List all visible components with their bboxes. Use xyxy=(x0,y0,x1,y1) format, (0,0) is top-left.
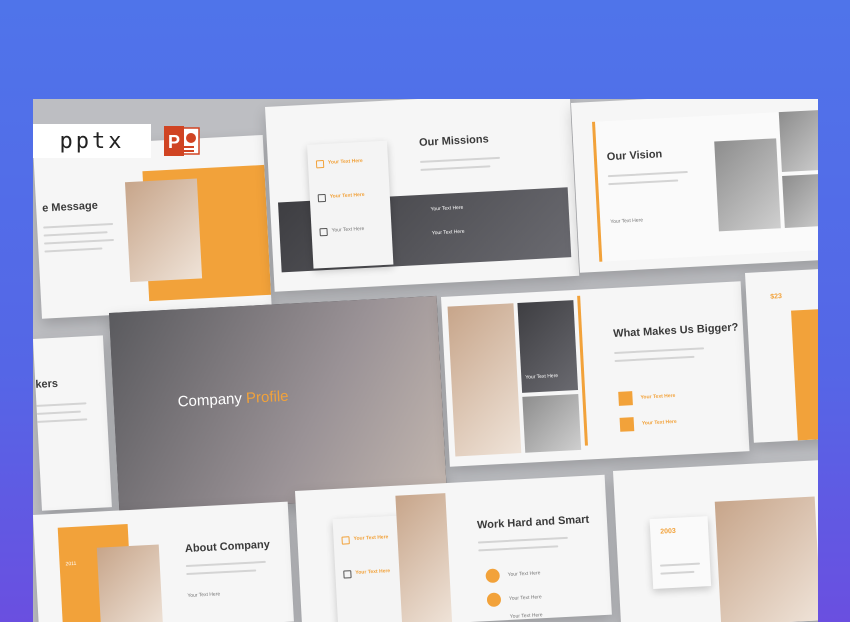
work-item: Your Text Here xyxy=(507,570,541,578)
slide-title: About Company xyxy=(184,538,271,556)
pptx-badge: pptx P xyxy=(33,124,205,158)
slide-title: kers xyxy=(35,377,59,391)
slide-title: What Makes Us Bigger? xyxy=(612,321,739,341)
year-label: 2011 xyxy=(65,560,77,568)
work-check-item: Your Text Here xyxy=(355,568,391,576)
ceo-photo xyxy=(96,544,164,622)
bigger-item: Your Text Here xyxy=(640,392,676,401)
slide-work: Your Text Here Your Text Here Work Hard … xyxy=(295,474,612,622)
woman-photo xyxy=(395,493,453,622)
businesswoman-photo xyxy=(714,496,818,622)
mission-item: Your Text Here xyxy=(327,157,363,166)
vision-label: Your Text Here xyxy=(610,217,644,226)
title-part: Company xyxy=(177,389,247,411)
speaker-photo xyxy=(124,178,203,283)
team-photo xyxy=(714,138,781,232)
work-item: Your Text Here xyxy=(509,612,543,620)
work-check-item: Your Text Here xyxy=(353,534,389,542)
work-item: Your Text Here xyxy=(508,594,542,602)
about-label: Your Text Here xyxy=(187,591,221,600)
slide-title: Our Missions xyxy=(418,133,490,149)
mission-item: Your Text Here xyxy=(331,225,365,234)
stat-value: $23 xyxy=(770,293,783,301)
workspace-photo xyxy=(447,303,522,457)
slide-stat: $23 xyxy=(745,268,818,443)
slide-title: Work Hard and Smart xyxy=(476,513,590,532)
svg-text:P: P xyxy=(168,132,180,152)
slide-missions: Our Missions Your Text Here Your Text He… xyxy=(265,99,580,292)
slide-title: e Message xyxy=(41,199,99,215)
title-accent: Profile xyxy=(245,387,289,407)
slide-about: 2011 About Company Your Text Here xyxy=(33,501,294,622)
powerpoint-icon: P xyxy=(163,124,203,158)
year-value: 2003 xyxy=(660,527,677,536)
bigger-item: Your Text Here xyxy=(641,418,677,427)
slide-company-profile: Company Profile xyxy=(109,295,448,513)
presentation-preview: e Message Our Missions Your Text Here Yo… xyxy=(33,99,818,622)
pptx-label: pptx xyxy=(33,124,151,158)
slide-vision: Our Vision Your Text Here xyxy=(571,99,818,273)
slide-speakers: kers xyxy=(33,335,112,511)
slide-bigger: What Makes Us Bigger? Your Text Here You… xyxy=(441,281,750,467)
slide-2003: 2003 xyxy=(613,460,818,622)
slide-message: e Message xyxy=(33,134,272,319)
slide-title: Our Vision xyxy=(606,148,663,164)
mission-item: Your Text Here xyxy=(329,191,365,200)
